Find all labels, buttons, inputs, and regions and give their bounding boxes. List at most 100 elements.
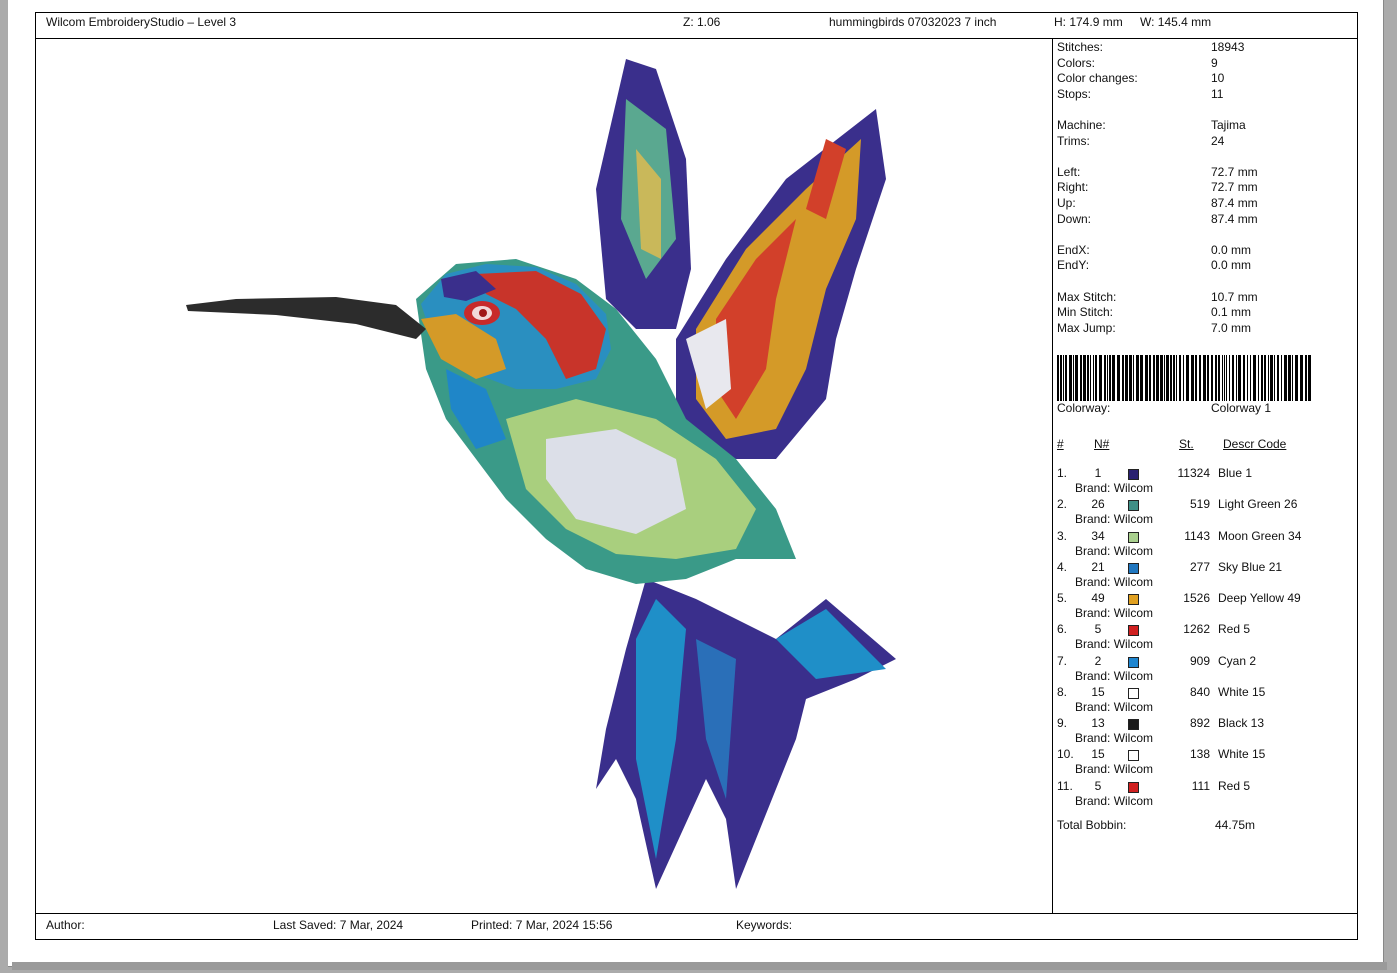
barcode-bar (1218, 355, 1220, 401)
barcode-bar (1060, 355, 1062, 401)
barcode-bar (1069, 355, 1072, 401)
stitch-count: 909 (1189, 653, 1210, 668)
barcode-bar (1117, 355, 1120, 401)
barcode-bar (1199, 355, 1201, 401)
needle-number: 26 (1091, 497, 1105, 512)
thread-brand: Brand: Wilcom (1075, 762, 1154, 777)
col-header-num: # (1057, 437, 1064, 451)
barcode-bar (1288, 355, 1291, 401)
color-description: Blue 1 (1218, 466, 1253, 480)
thread-brand: Brand: Wilcom (1075, 543, 1154, 558)
barcode-bar (1125, 355, 1128, 401)
color-index: 10. (1057, 747, 1074, 762)
barcode-bar (1274, 355, 1275, 401)
barcode-bar (1073, 355, 1074, 401)
color-row: 2. 26 519 Light Green 26 Brand: Wilcom (1057, 497, 1357, 528)
barcode-bar (1268, 355, 1269, 401)
stat-row: EndY: 0.0 mm (1057, 258, 1357, 273)
stat-label: Up: (1057, 196, 1076, 210)
barcode-bar (1080, 355, 1082, 401)
barcode-bar (1109, 355, 1111, 401)
barcode-bar (1153, 355, 1155, 401)
color-row: 3. 34 1143 Moon Green 34 Brand: Wilcom (1057, 529, 1357, 560)
thread-brand: Brand: Wilcom (1075, 512, 1154, 527)
barcode-bar (1183, 355, 1184, 401)
barcode-bar (1226, 355, 1227, 401)
thread-brand: Brand: Wilcom (1075, 699, 1154, 714)
color-description: Light Green 26 (1218, 497, 1298, 512)
stat-value: 7.0 mm (1211, 320, 1252, 335)
needle-number: 1 (1094, 466, 1102, 480)
color-row: 5. 49 1526 Deep Yellow 49 Brand: Wilcom (1057, 591, 1357, 622)
color-swatch (1128, 625, 1139, 637)
stat-label: EndX: (1057, 242, 1090, 257)
barcode-bar (1224, 355, 1225, 401)
barcode-bar (1099, 355, 1102, 401)
stat-value: 11 (1211, 86, 1224, 101)
stat-row: Colors: 9 (1057, 56, 1357, 71)
stat-row: Up: 87.4 mm (1057, 196, 1357, 211)
color-index: 2. (1057, 497, 1068, 512)
stat-row: EndX: 0.0 mm (1057, 243, 1357, 258)
barcode-bar (1179, 355, 1181, 401)
barcode-bar (1258, 355, 1259, 401)
stat-value: 0.0 mm (1211, 258, 1252, 273)
stat-label: Right: (1057, 180, 1089, 195)
stat-row: Stitches: 18943 (1057, 40, 1357, 55)
barcode-bar (1057, 355, 1059, 401)
stat-label: Color changes: (1057, 71, 1138, 86)
barcode-bar (1129, 355, 1132, 401)
needle-number: 13 (1091, 716, 1105, 730)
color-swatch (1128, 781, 1139, 793)
stat-value: 87.4 mm (1211, 196, 1258, 210)
barcode-bar (1229, 355, 1230, 401)
barcode-bar (1203, 355, 1206, 401)
needle-number: 15 (1091, 684, 1105, 699)
barcode-bar (1191, 355, 1194, 401)
stat-label: Left: (1057, 164, 1081, 179)
printed-date: Printed: 7 Mar, 2024 15:56 (471, 918, 613, 932)
barcode-bar (1104, 355, 1106, 401)
stat-value: 9 (1211, 55, 1218, 70)
color-swatch (1128, 687, 1139, 699)
barcode-bar (1075, 355, 1078, 401)
colorway-value: Colorway 1 (1211, 401, 1272, 415)
barcode-bar (1261, 355, 1263, 401)
color-swatch (1128, 656, 1139, 668)
stat-value: 10.7 mm (1211, 289, 1258, 304)
color-index: 9. (1057, 716, 1068, 730)
color-description: Sky Blue 21 (1218, 559, 1283, 574)
barcode-bar (1186, 355, 1189, 401)
color-table-header: # N# St. Descr Code (1057, 437, 1357, 453)
worksheet-frame: Wilcom EmbroideryStudio – Level 3 Z: 1.0… (35, 12, 1358, 940)
stat-row: Max Stitch: 10.7 mm (1057, 290, 1357, 305)
stat-row: Left: 72.7 mm (1057, 165, 1357, 180)
thread-brand: Brand: Wilcom (1075, 574, 1154, 589)
stat-label: EndY: (1057, 258, 1090, 273)
needle-number: 34 (1091, 528, 1105, 543)
stitch-count: 111 (1191, 778, 1210, 793)
stat-row: Stops: 11 (1057, 87, 1357, 102)
col-header-descr-code: Descr Code (1223, 437, 1287, 451)
design-height: H: 174.9 mm (1054, 15, 1123, 29)
barcode-bar (1270, 355, 1273, 401)
design-preview (36, 39, 1053, 914)
stat-label: Max Jump: (1057, 320, 1116, 335)
color-description: White 15 (1218, 684, 1266, 699)
color-row: 6. 5 1262 Red 5 Brand: Wilcom (1057, 622, 1357, 653)
colorway-label: Colorway: (1057, 401, 1111, 415)
barcode-bar (1122, 355, 1124, 401)
color-row: 9. 13 892 Black 13 Brand: Wilcom (1057, 716, 1357, 747)
color-description: Cyan 2 (1218, 653, 1257, 668)
barcode-bar (1238, 355, 1241, 401)
stat-value: 72.7 mm (1211, 164, 1258, 179)
color-index: 7. (1057, 653, 1068, 668)
stitch-count: 11324 (1177, 466, 1210, 480)
author-label: Author: (46, 918, 85, 932)
barcode-bar (1211, 355, 1213, 401)
stat-value: 24 (1211, 133, 1225, 148)
stat-label: Machine: (1057, 118, 1106, 132)
barcode-bar (1295, 355, 1298, 401)
stitch-count: 1262 (1183, 622, 1210, 637)
color-swatch (1128, 469, 1139, 480)
